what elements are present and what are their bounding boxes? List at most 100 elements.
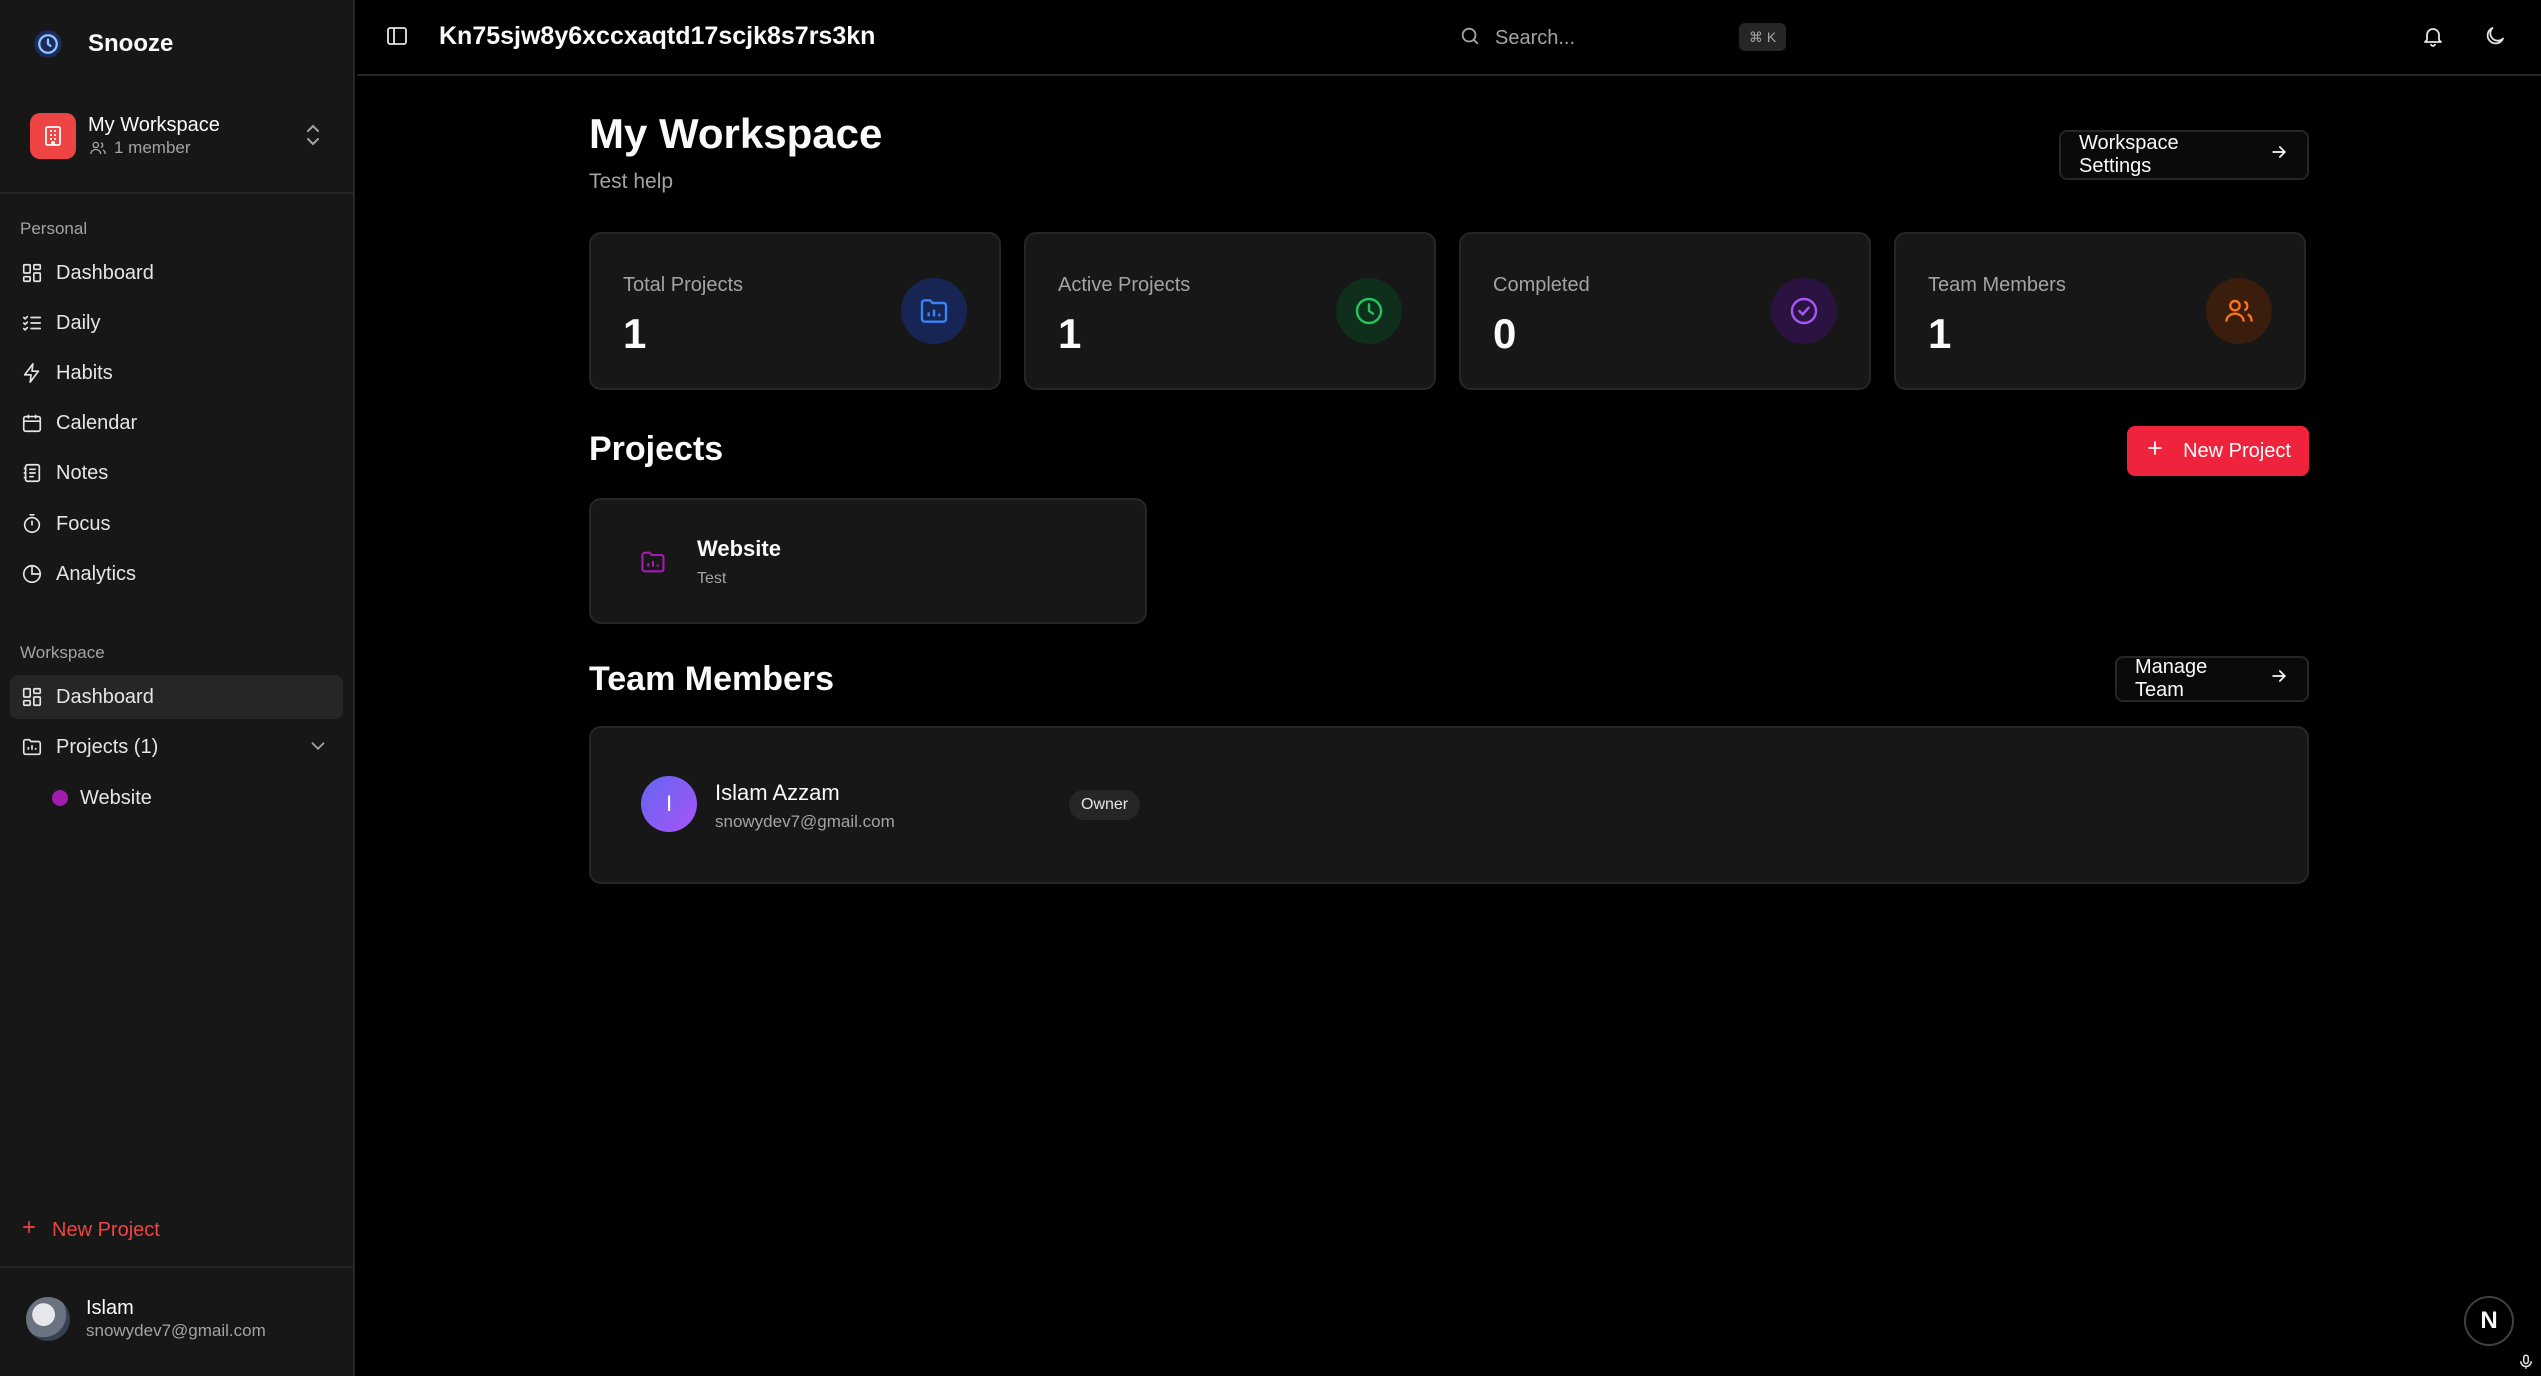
workspace-building-icon xyxy=(30,113,76,159)
workspace-section-label: Workspace xyxy=(20,643,105,662)
sidebar-item-label: Dashboard xyxy=(56,261,154,284)
grid-icon xyxy=(20,261,44,285)
stat-card-completed: Completed 0 xyxy=(1459,232,1871,390)
stat-value: 1 xyxy=(1928,310,1952,357)
list-check-icon xyxy=(20,311,44,335)
sidebar-item-notes[interactable]: Notes xyxy=(10,451,343,495)
sidebar-item-focus[interactable]: Focus xyxy=(10,502,343,546)
sidebar-project-label: Website xyxy=(80,786,152,809)
member-avatar: I xyxy=(641,776,697,832)
sidebar-item-projects[interactable]: Projects (1) xyxy=(10,725,343,769)
sidebar-item-daily[interactable]: Daily xyxy=(10,301,343,345)
grid-icon xyxy=(20,685,44,709)
sidebar-item-label: Notes xyxy=(56,461,109,484)
user-email: snowydev7@gmail.com xyxy=(86,1321,266,1340)
projects-heading: Projects xyxy=(589,430,724,468)
search-input[interactable] xyxy=(1495,26,1715,50)
user-profile[interactable]: Islam snowydev7@gmail.com xyxy=(26,1296,266,1342)
sidebar-new-project-label: New Project xyxy=(52,1218,160,1241)
brand[interactable]: Snooze xyxy=(30,26,173,62)
project-card[interactable]: Website Test xyxy=(589,498,1147,624)
stat-label: Active Projects xyxy=(1058,274,1191,296)
check-circle-icon xyxy=(1771,278,1837,344)
manage-team-button[interactable]: Manage Team xyxy=(2115,656,2309,702)
user-name: Islam xyxy=(86,1297,134,1319)
sidebar-new-project-button[interactable]: New Project xyxy=(20,1218,160,1242)
avatar xyxy=(26,1297,70,1341)
chevrons-up-down-icon xyxy=(303,122,323,153)
workspace-settings-label: Workspace Settings xyxy=(2079,132,2179,177)
workspace-switcher[interactable]: My Workspace 1 member xyxy=(10,100,345,172)
search-icon xyxy=(1459,25,1481,52)
project-color-dot xyxy=(52,790,68,806)
member-email: snowydev7@gmail.com xyxy=(715,812,895,831)
search-shortcut: ⌘ K xyxy=(1739,23,1787,51)
folder-chart-icon xyxy=(639,548,667,581)
users-icon xyxy=(90,141,106,155)
manage-team-label: Manage Team xyxy=(2135,656,2208,701)
personal-section-label: Personal xyxy=(20,219,88,238)
timer-icon xyxy=(20,512,44,536)
folder-chart-icon xyxy=(901,278,967,344)
app-name: Snooze xyxy=(88,30,174,57)
team-members-heading: Team Members xyxy=(589,660,835,698)
arrow-right-icon xyxy=(2269,142,2289,168)
team-member-card: I Islam Azzam snowydev7@gmail.com Owner xyxy=(589,726,2309,884)
workspace-name: My Workspace xyxy=(88,114,220,136)
sidebar-project-website[interactable]: Website xyxy=(52,778,152,818)
stat-label: Team Members xyxy=(1928,274,2066,296)
sidebar-item-analytics[interactable]: Analytics xyxy=(10,552,343,596)
clock-icon xyxy=(1336,278,1402,344)
stat-value: 1 xyxy=(1058,310,1082,357)
topbar: Kn75sjw8y6xccxaqtd17scjk8s7rs3kn ⌘ K xyxy=(357,0,2541,76)
users-icon xyxy=(2206,278,2272,344)
workspace-title: My Workspace xyxy=(589,110,883,157)
floating-n-button[interactable]: N xyxy=(2464,1296,2514,1346)
calendar-icon xyxy=(20,411,44,435)
search-bar[interactable]: ⌘ K xyxy=(1459,20,1799,56)
member-name: Islam Azzam xyxy=(715,780,840,805)
stat-card-team-members: Team Members 1 xyxy=(1894,232,2306,390)
sidebar-divider xyxy=(0,1266,355,1268)
sidebar-item-label: Habits xyxy=(56,361,113,384)
stat-label: Total Projects xyxy=(623,274,744,296)
arrow-right-icon xyxy=(2269,666,2289,692)
microphone-icon[interactable] xyxy=(2517,1352,2535,1376)
workspace-description: Test help xyxy=(589,170,674,193)
workspace-settings-button[interactable]: Workspace Settings xyxy=(2059,130,2309,180)
sidebar-item-habits[interactable]: Habits xyxy=(10,351,343,395)
bell-icon[interactable] xyxy=(2421,24,2447,50)
stat-value: 0 xyxy=(1493,310,1517,357)
moon-icon[interactable] xyxy=(2483,24,2509,50)
pie-chart-icon xyxy=(20,562,44,586)
plus-icon xyxy=(20,1218,38,1242)
new-project-button[interactable]: New Project xyxy=(2127,426,2309,476)
project-description: Test xyxy=(697,570,727,587)
page-title: Kn75sjw8y6xccxaqtd17scjk8s7rs3kn xyxy=(439,22,876,50)
project-name: Website xyxy=(697,536,781,561)
sidebar: Snooze My Workspace 1 member Personal Da… xyxy=(0,0,355,1376)
chevron-down-icon[interactable] xyxy=(307,735,329,763)
sidebar-item-dashboard[interactable]: Dashboard xyxy=(10,251,343,295)
sidebar-item-label: Analytics xyxy=(56,562,137,585)
sidebar-divider xyxy=(0,192,355,194)
notes-icon xyxy=(20,461,44,485)
sidebar-toggle-icon[interactable] xyxy=(385,24,411,50)
stat-value: 1 xyxy=(623,310,647,357)
sidebar-item-calendar[interactable]: Calendar xyxy=(10,401,343,445)
new-project-label: New Project xyxy=(2183,439,2291,462)
main-content: My Workspace Test help Workspace Setting… xyxy=(357,78,2541,1376)
stat-card-active-projects: Active Projects 1 xyxy=(1024,232,1436,390)
stat-card-total-projects: Total Projects 1 xyxy=(589,232,1001,390)
stat-label: Completed xyxy=(1493,274,1590,296)
workspace-member-count: 1 member xyxy=(88,137,220,159)
role-badge: Owner xyxy=(1069,790,1141,820)
plus-icon xyxy=(2145,438,2165,464)
sidebar-item-label: Projects (1) xyxy=(56,735,159,758)
sidebar-item-label: Daily xyxy=(56,311,101,334)
snooze-logo-icon xyxy=(30,26,66,62)
sidebar-item-label: Dashboard xyxy=(56,685,154,708)
sidebar-item-workspace-dashboard[interactable]: Dashboard xyxy=(10,675,343,719)
sidebar-item-label: Focus xyxy=(56,512,111,535)
bolt-icon xyxy=(20,361,44,385)
